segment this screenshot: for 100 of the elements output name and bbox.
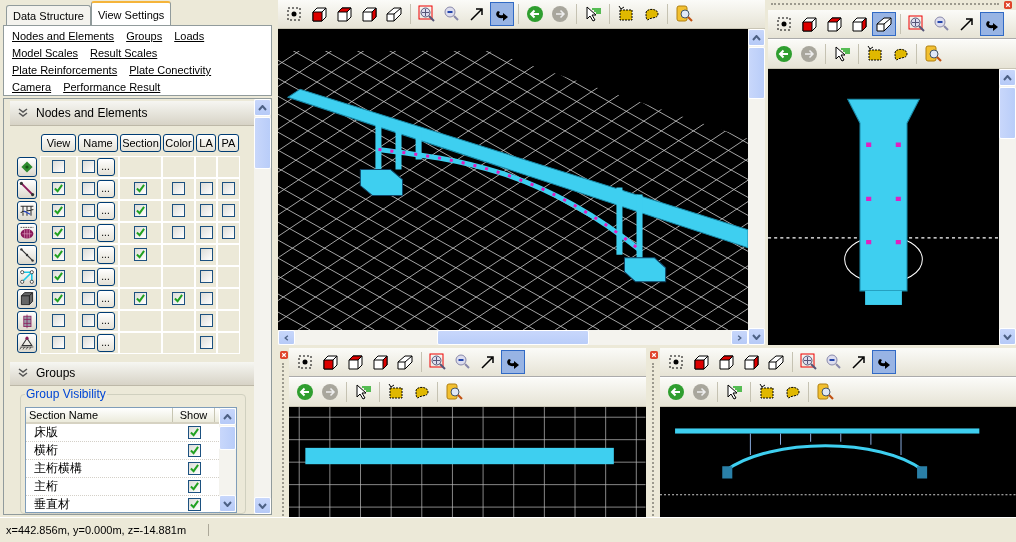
options-button[interactable]: ... [96, 201, 115, 220]
column-header-button[interactable]: Name [78, 133, 118, 152]
checkbox[interactable] [81, 226, 95, 239]
toolbar-button[interactable] [872, 12, 896, 36]
link[interactable]: Model Scales [12, 46, 79, 61]
close-button[interactable] [649, 350, 659, 360]
toolbar-button[interactable] [490, 2, 514, 26]
checkbox[interactable] [199, 336, 213, 349]
checkbox[interactable] [172, 226, 185, 239]
checkbox[interactable] [81, 336, 95, 349]
checkbox[interactable] [199, 292, 213, 305]
checkbox[interactable] [172, 204, 185, 217]
checked-checkbox[interactable] [52, 248, 65, 261]
column-header-button[interactable]: PA [218, 133, 239, 152]
close-button[interactable] [1003, 0, 1013, 10]
scrollbar-thumb[interactable] [437, 330, 589, 345]
checkbox[interactable] [52, 160, 65, 173]
element-type-button[interactable] [17, 288, 37, 309]
toolbar-button[interactable] [980, 12, 1004, 36]
checked-checkbox[interactable] [187, 444, 201, 458]
link[interactable]: Nodes and Elements [12, 29, 115, 44]
checkbox[interactable] [52, 314, 65, 327]
link[interactable]: Plate Conectivity [129, 63, 212, 78]
checkbox[interactable] [222, 182, 235, 195]
checked-checkbox[interactable] [134, 292, 147, 305]
scrollbar[interactable] [278, 330, 748, 345]
checked-checkbox[interactable] [52, 270, 65, 283]
checkbox[interactable] [199, 226, 213, 239]
checkbox[interactable] [81, 270, 95, 283]
checkbox[interactable] [222, 204, 235, 217]
options-button[interactable]: ... [96, 223, 115, 242]
close-button[interactable] [278, 350, 289, 360]
element-type-button[interactable] [17, 200, 37, 221]
tab[interactable]: View Settings [90, 1, 172, 25]
section-header[interactable]: Groups [10, 361, 254, 387]
link[interactable]: Loads [174, 29, 205, 44]
checkbox[interactable] [222, 226, 235, 239]
scrollbar-thumb[interactable] [999, 87, 1016, 139]
checkbox[interactable] [199, 248, 213, 261]
column-header-button[interactable]: View [41, 133, 76, 152]
column-header[interactable]: Section Name [26, 408, 173, 423]
scrollbar-thumb[interactable] [254, 117, 271, 169]
checked-checkbox[interactable] [52, 204, 65, 217]
column-header-button[interactable]: LA [196, 133, 216, 152]
checked-checkbox[interactable] [134, 182, 147, 195]
checkbox[interactable] [172, 182, 185, 195]
section-header[interactable]: Nodes and Elements [10, 101, 254, 126]
scrollbar[interactable] [748, 29, 765, 345]
checkbox[interactable] [52, 336, 65, 349]
options-button[interactable]: ... [96, 157, 115, 176]
options-button[interactable]: ... [96, 311, 115, 330]
checked-checkbox[interactable] [172, 292, 185, 305]
scrollbar-thumb[interactable] [748, 47, 765, 99]
checked-checkbox[interactable] [187, 426, 201, 440]
checkbox[interactable] [81, 182, 95, 195]
checkbox[interactable] [81, 204, 95, 217]
checkbox[interactable] [199, 182, 213, 195]
toolbar-button[interactable] [871, 350, 896, 374]
tab[interactable]: Data Structure [6, 5, 91, 25]
checked-checkbox[interactable] [134, 248, 147, 261]
options-button[interactable]: ... [96, 289, 115, 308]
element-type-button[interactable] [17, 178, 37, 199]
checked-checkbox[interactable] [52, 226, 65, 239]
checked-checkbox[interactable] [52, 182, 65, 195]
checkbox[interactable] [199, 270, 213, 283]
checked-checkbox[interactable] [187, 480, 201, 494]
toolbar-button[interactable] [501, 350, 525, 374]
element-type-button[interactable] [17, 244, 37, 265]
scrollbar[interactable] [219, 408, 236, 513]
checked-checkbox[interactable] [134, 226, 147, 239]
link[interactable]: Plate Reinforcements [12, 63, 118, 78]
checkbox[interactable] [81, 314, 95, 327]
options-button[interactable]: ... [96, 179, 115, 198]
element-type-button[interactable] [17, 310, 37, 331]
options-button[interactable]: ... [96, 333, 115, 352]
link[interactable]: Groups [126, 29, 163, 44]
checked-checkbox[interactable] [52, 292, 65, 305]
scrollbar[interactable] [999, 69, 1016, 345]
element-type-button[interactable] [17, 156, 37, 177]
options-button[interactable]: ... [96, 245, 115, 264]
link[interactable]: Camera [12, 80, 52, 95]
checked-checkbox[interactable] [187, 462, 201, 476]
checked-checkbox[interactable] [134, 204, 147, 217]
checked-checkbox[interactable] [187, 498, 201, 512]
scrollbar[interactable] [254, 99, 271, 515]
column-header-button[interactable]: Section [120, 133, 161, 152]
checkbox[interactable] [199, 314, 213, 327]
column-header-button[interactable]: Color [163, 133, 194, 152]
element-type-button[interactable] [17, 222, 37, 243]
checkbox[interactable] [81, 292, 95, 305]
checkbox[interactable] [81, 160, 95, 173]
element-type-button[interactable] [17, 332, 37, 353]
link[interactable]: Performance Result [63, 80, 161, 95]
checkbox[interactable] [199, 204, 213, 217]
scrollbar-thumb[interactable] [219, 426, 236, 451]
checkbox[interactable] [81, 248, 95, 261]
options-button[interactable]: ... [96, 267, 115, 286]
element-type-button[interactable] [17, 266, 37, 287]
link[interactable]: Result Scales [90, 46, 158, 61]
column-header[interactable]: Show [173, 408, 215, 423]
